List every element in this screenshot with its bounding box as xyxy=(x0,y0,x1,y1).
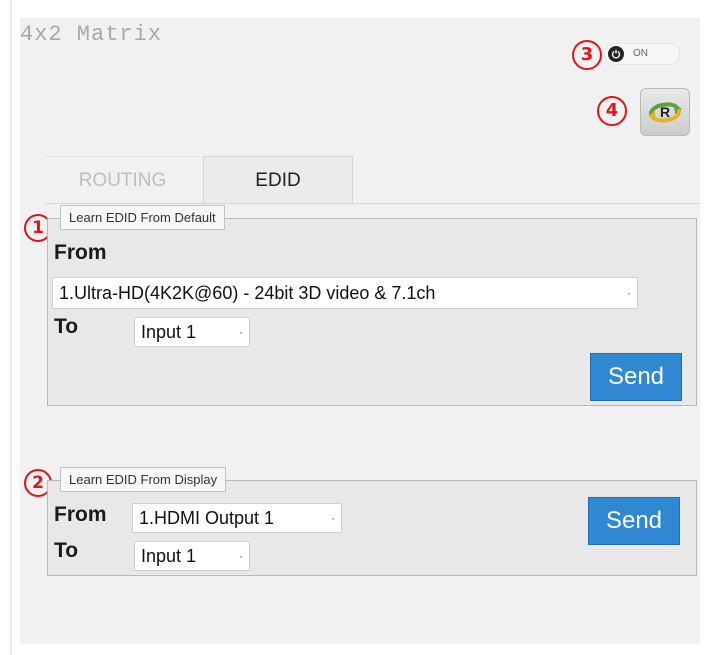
learn-display-group: Learn EDID From Display From 1.HDMI Outp… xyxy=(47,467,697,576)
marker-4-label: 4 xyxy=(597,96,627,126)
learn-default-group: Learn EDID From Default From 1.Ultra-HD(… xyxy=(47,205,697,406)
tab-divider xyxy=(45,203,700,204)
learn-display-to-label: To xyxy=(54,539,79,562)
learn-default-send-button[interactable]: Send xyxy=(590,353,682,401)
learn-display-from-value: 1.HDMI Output 1 xyxy=(139,507,275,528)
learn-display-send-button[interactable]: Send xyxy=(588,497,680,545)
learn-default-from-select[interactable]: 1.Ultra-HD(4K2K@60) - 24bit 3D video & 7… xyxy=(52,277,638,309)
learn-display-from-label: From xyxy=(54,503,107,526)
marker-3-label: 3 xyxy=(572,40,602,70)
dropdown-dot-icon: · xyxy=(239,325,243,339)
page-left-border xyxy=(10,0,12,655)
marker-4: 4 xyxy=(597,96,627,126)
learn-default-to-select[interactable]: Input 1 · xyxy=(134,317,250,347)
tab-edid[interactable]: EDID xyxy=(203,156,353,204)
learn-default-to-label: To xyxy=(54,315,79,338)
refresh-icon-label: R xyxy=(659,104,671,120)
refresh-button[interactable]: R xyxy=(640,88,690,136)
power-label: ON xyxy=(633,48,648,59)
power-icon xyxy=(608,46,624,62)
learn-default-to-value: Input 1 xyxy=(141,321,197,342)
tab-routing[interactable]: ROUTING xyxy=(45,156,200,204)
power-toggle[interactable]: ON xyxy=(604,43,680,65)
marker-3: 3 xyxy=(572,40,602,70)
learn-display-to-select[interactable]: Input 1 · xyxy=(134,541,250,571)
dropdown-dot-icon: · xyxy=(331,511,335,525)
dropdown-dot-icon: · xyxy=(627,286,631,300)
learn-display-legend: Learn EDID From Display xyxy=(60,467,227,492)
learn-display-to-value: Input 1 xyxy=(141,545,197,566)
learn-default-legend: Learn EDID From Default xyxy=(60,205,225,230)
dropdown-dot-icon: · xyxy=(239,549,243,563)
learn-default-from-label: From xyxy=(54,241,107,264)
app-title: 4x2 Matrix xyxy=(20,22,163,47)
learn-default-from-value: 1.Ultra-HD(4K2K@60) - 24bit 3D video & 7… xyxy=(59,282,436,303)
learn-display-from-select[interactable]: 1.HDMI Output 1 · xyxy=(132,503,342,533)
